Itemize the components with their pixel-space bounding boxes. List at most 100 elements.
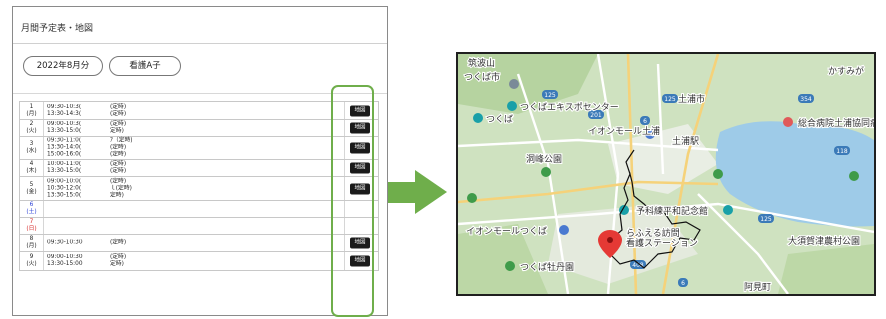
poi-marker-icon[interactable] (723, 205, 733, 215)
visit-notes: (定時) (定時) (110, 103, 127, 117)
visit-notes: (定時) 定時) (110, 121, 127, 134)
hospital-marker-icon[interactable] (783, 117, 793, 127)
day-of-week: (金) (26, 188, 37, 195)
map-label-poi: つくばエキスポセンター (520, 102, 619, 113)
visit-times: 09:30-10:30 (47, 239, 83, 246)
map-label-poi: イオンモール土浦 (588, 125, 660, 137)
day-cell: 7 (日) (20, 218, 44, 234)
month-selector-button[interactable]: 2022年8月分 (23, 56, 103, 76)
visit-notes: ｱ（定時) (定時) (定時) (110, 137, 133, 158)
visit-times: 09:00-10:3(13:30-15:0( (47, 121, 82, 134)
day-number: 2 (29, 121, 34, 127)
map-label-hospital: 総合病院土浦協同病 (798, 117, 874, 129)
map-label-poi: イオンモールつくば (466, 226, 547, 237)
day-of-week: (水) (26, 148, 37, 154)
map-label-lake: かすみが (828, 65, 864, 77)
poi-marker-icon[interactable] (541, 167, 551, 177)
map-cell: 地図 (344, 177, 378, 200)
svg-text:125: 125 (544, 92, 556, 99)
visit-times: 09:00-10:30 13:30-15:00 (47, 254, 83, 267)
day-of-week: (日) (26, 226, 37, 232)
map-button[interactable]: 地図 (350, 237, 370, 249)
map-cell (344, 201, 378, 217)
route-badge: 6 (678, 278, 688, 287)
map-button[interactable]: 地図 (350, 105, 370, 116)
svg-text:125: 125 (760, 216, 772, 223)
map-label-town: 阿見町 (744, 282, 771, 293)
map-label-park: つくば牡丹園 (520, 261, 574, 273)
visit-notes: (定時) (110, 239, 127, 246)
day-cell: 8 (月) (20, 235, 44, 251)
poi-marker-icon[interactable] (559, 225, 569, 235)
map-cell: 地図 (344, 252, 378, 270)
day-number: 3 (29, 141, 34, 147)
page-title: 月間予定表・地図 (21, 24, 94, 34)
table-row: 1 (月) 09:30-10:3(13:30-14:3( (定時) (定時) 地図 (19, 101, 379, 120)
map-cell: 地図 (344, 102, 378, 119)
poi-marker-icon[interactable] (505, 261, 515, 271)
arrow-right-icon-head (415, 170, 447, 214)
poi-marker-icon[interactable] (467, 193, 477, 203)
map-button[interactable]: 地図 (350, 183, 370, 194)
map-cell: 地図 (344, 137, 378, 159)
table-row: 4 (木) 10:00-11:0(13:30-15:0((定時) (定時) 地図 (19, 160, 379, 177)
poi-marker-icon[interactable] (507, 101, 517, 111)
map-label-mountain: 筑波山 (468, 57, 495, 69)
map-cell: 地図 (344, 120, 378, 136)
table-row: 5 (金) 09:00-10:0(10:30-12:0(13:30-15:0((定時… (19, 177, 379, 201)
nurse-selector-button[interactable]: 看護A子 (109, 56, 181, 76)
poi-marker-icon[interactable] (509, 79, 519, 89)
table-row: 6 (土) (19, 201, 379, 218)
day-of-week: (月) (26, 110, 37, 117)
day-of-week: (木) (26, 168, 37, 174)
poi-marker-icon[interactable] (473, 113, 483, 123)
svg-text:6: 6 (643, 118, 647, 125)
map-label-park: 大須賀津農村公園 (788, 235, 860, 247)
map-label-poi: 予科練平和記念館 (636, 205, 708, 217)
visit-times: 09:30-10:3(13:30-14:3( (47, 103, 82, 117)
schedule-table: 1 (月) 09:30-10:3(13:30-14:3((定時) (定時) 地図 2 (火)… (19, 101, 379, 271)
day-number: 6 (29, 202, 34, 208)
map-button[interactable]: 地図 (350, 122, 370, 134)
route-badge: 118 (834, 146, 850, 155)
route-map[interactable]: 125 125 354 201 6 118 125 408 6 つくば市 筑波山… (456, 52, 876, 296)
day-number: 7 (29, 219, 34, 225)
day-number: 4 (29, 161, 34, 167)
route-badge: 6 (640, 116, 650, 125)
day-cell: 9 (火) (20, 252, 44, 270)
map-label-city: つくば市 (464, 71, 500, 83)
table-row: 8 (月) 09:30-10:30 (定時) 地図 (19, 235, 379, 252)
table-row: 9 (火) 09:00-10:30 13:30-15:00 (定時) 定時) 地図 (19, 252, 379, 271)
schedule-panel: 月間予定表・地図 2022年8月分 看護A子 1 (月) 09:30-10:3(13… (12, 6, 388, 316)
day-of-week: (火) (26, 261, 37, 267)
table-row: 7 (日) (19, 218, 379, 235)
visit-times: 09:30-11:0(13:30-14:0(15:00-16:0( (47, 137, 82, 158)
map-canvas[interactable]: 125 125 354 201 6 118 125 408 6 つくば市 筑波山… (458, 54, 874, 294)
visit-notes: (定時) 定時) (110, 254, 127, 267)
map-label-park: 洞峰公園 (526, 154, 562, 165)
visit-notes: (定時) (定時) (110, 161, 127, 174)
visit-notes: (定時) ｌ(定時) 定時) (110, 178, 132, 198)
map-label-area: つくば (486, 114, 513, 125)
svg-text:118: 118 (836, 148, 848, 155)
day-cell: 4 (木) (20, 160, 44, 176)
map-button[interactable]: 地図 (350, 142, 370, 154)
map-button[interactable]: 地図 (350, 162, 370, 174)
divider (13, 93, 387, 94)
poi-marker-icon[interactable] (849, 171, 859, 181)
visit-times: 10:00-11:0(13:30-15:0( (47, 161, 82, 174)
map-cell: 地図 (344, 160, 378, 176)
map-button[interactable]: 地図 (350, 255, 370, 267)
day-number: 1 (29, 103, 34, 110)
day-of-week: (火) (26, 128, 37, 134)
table-row: 2 (火) 09:00-10:3(13:30-15:0( (定時) 定時) 地図 (19, 120, 379, 137)
day-number: 8 (29, 236, 34, 242)
day-of-week: (月) (26, 243, 37, 249)
route-badge: 125 (662, 94, 678, 103)
svg-text:354: 354 (800, 96, 812, 103)
map-cell: 地図 (344, 235, 378, 251)
route-badge: 125 (758, 214, 774, 223)
route-badge: 354 (798, 94, 814, 103)
poi-marker-icon[interactable] (713, 169, 723, 179)
arrow-right-icon (388, 182, 416, 203)
